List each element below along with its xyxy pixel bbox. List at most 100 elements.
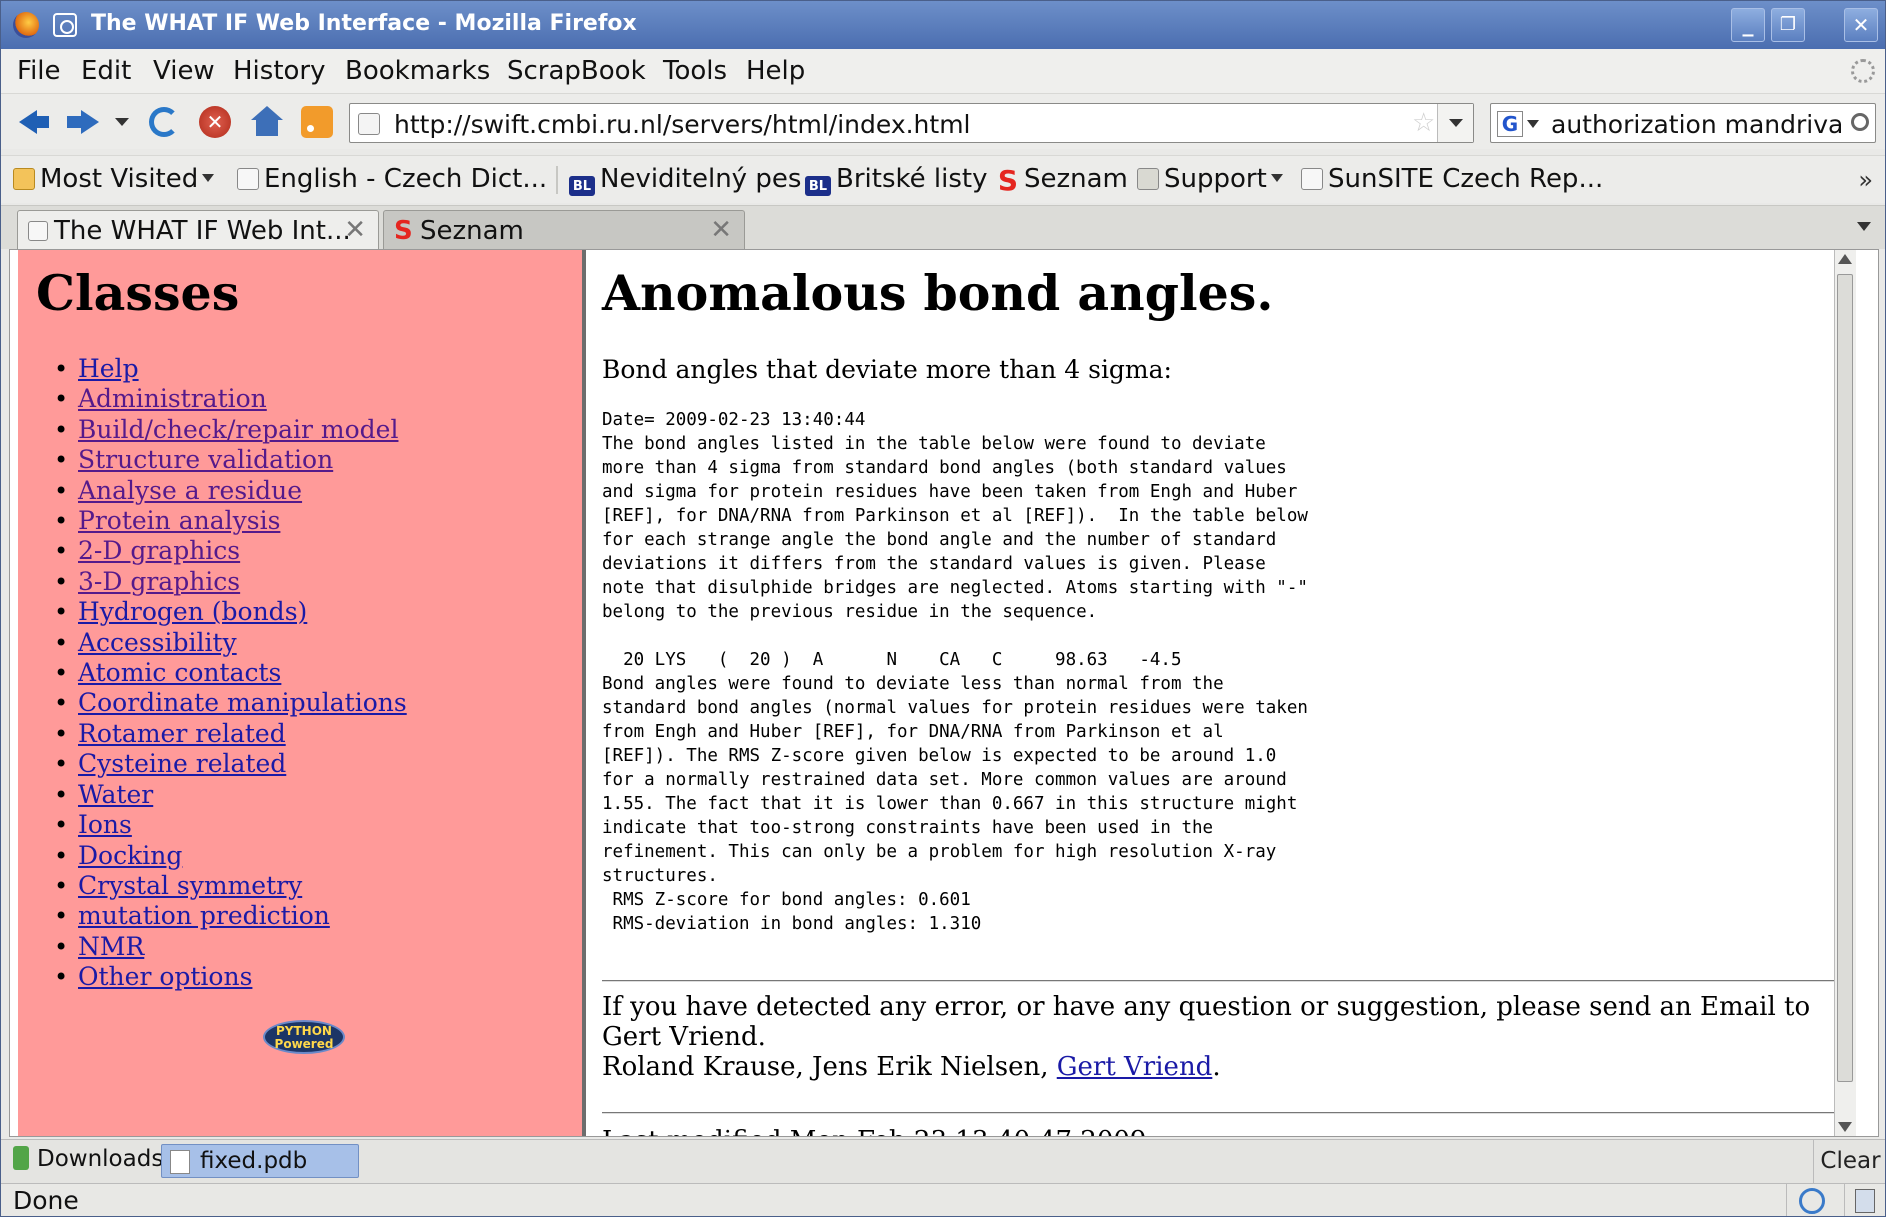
tab-close-icon[interactable]: ✕ bbox=[710, 215, 732, 245]
bookmark-seznam[interactable]: S Seznam bbox=[997, 164, 1128, 195]
list-item: 3-D graphics bbox=[58, 567, 407, 597]
site-identity-icon[interactable] bbox=[358, 113, 380, 135]
forward-arrow-icon[interactable] bbox=[65, 104, 101, 140]
list-item: NMR bbox=[58, 932, 407, 962]
link-cysteine-related[interactable]: Cysteine related bbox=[78, 749, 286, 778]
address-bar[interactable]: http://swift.cmbi.ru.nl/servers/html/ind… bbox=[349, 103, 1474, 143]
link-protein-analysis[interactable]: Protein analysis bbox=[78, 506, 280, 535]
link-3d-graphics[interactable]: 3-D graphics bbox=[78, 567, 240, 596]
link-analyse-a-residue[interactable]: Analyse a residue bbox=[78, 476, 302, 505]
reload-icon[interactable] bbox=[149, 107, 179, 137]
menu-view[interactable]: View bbox=[153, 56, 215, 86]
bl-icon: BL bbox=[569, 176, 595, 196]
home-icon[interactable] bbox=[251, 106, 283, 138]
back-arrow-icon[interactable] bbox=[17, 104, 53, 140]
minimize-button[interactable]: _ bbox=[1731, 8, 1765, 42]
link-administration[interactable]: Administration bbox=[78, 384, 267, 413]
link-atomic-contacts[interactable]: Atomic contacts bbox=[78, 658, 281, 687]
status-text: Done bbox=[13, 1186, 79, 1215]
link-docking[interactable]: Docking bbox=[78, 841, 182, 870]
link-hydrogen-bonds[interactable]: Hydrogen (bonds) bbox=[78, 597, 307, 626]
search-input[interactable]: authorization mandriva bbox=[1551, 110, 1841, 139]
link-water[interactable]: Water bbox=[78, 780, 153, 809]
link-nmr[interactable]: NMR bbox=[78, 932, 144, 961]
clear-downloads-button[interactable]: Clear bbox=[1813, 1140, 1885, 1184]
list-item: Water bbox=[58, 780, 407, 810]
scroll-down-icon[interactable] bbox=[1838, 1122, 1852, 1132]
last-modified-text: Last modified Mon Feb 23 13:40:47 2009 bbox=[602, 1126, 1146, 1136]
link-mutation-prediction[interactable]: mutation prediction bbox=[78, 901, 330, 930]
search-icon[interactable] bbox=[1851, 113, 1869, 131]
python-powered-logo[interactable]: PYTHON Powered bbox=[263, 1020, 345, 1054]
bookmarks-overflow-icon[interactable]: » bbox=[1858, 166, 1873, 194]
link-crystal-symmetry[interactable]: Crystal symmetry bbox=[78, 871, 302, 900]
link-help[interactable]: Help bbox=[78, 354, 139, 383]
bookmark-label: Most Visited bbox=[40, 164, 199, 194]
menu-bookmarks[interactable]: Bookmarks bbox=[345, 56, 490, 86]
link-coordinate-manipulations[interactable]: Coordinate manipulations bbox=[78, 688, 407, 717]
menu-history[interactable]: History bbox=[233, 56, 326, 86]
scroll-up-icon[interactable] bbox=[1838, 254, 1852, 264]
download-item[interactable]: fixed.pdb bbox=[161, 1144, 359, 1178]
tab-seznam[interactable]: S Seznam ✕ bbox=[383, 210, 745, 250]
tab-close-icon[interactable]: ✕ bbox=[344, 215, 366, 245]
link-build-check-repair-model[interactable]: Build/check/repair model bbox=[78, 415, 398, 444]
maximize-button[interactable]: ❐ bbox=[1771, 8, 1805, 42]
search-bar[interactable]: G authorization mandriva bbox=[1490, 103, 1876, 143]
status-divider bbox=[1844, 1184, 1845, 1216]
rss-feed-icon[interactable] bbox=[301, 106, 333, 138]
link-other-options[interactable]: Other options bbox=[78, 962, 252, 991]
stop-icon[interactable]: ✕ bbox=[199, 106, 231, 138]
link-accessibility[interactable]: Accessibility bbox=[78, 628, 237, 657]
bookmark-most-visited[interactable]: Most Visited bbox=[13, 164, 215, 194]
bookmark-english-czech[interactable]: English - Czech Dict... bbox=[237, 164, 547, 194]
browser-window: The WHAT IF Web Interface - Mozilla Fire… bbox=[0, 0, 1886, 1217]
link-rotamer-related[interactable]: Rotamer related bbox=[78, 719, 286, 748]
bookmark-support[interactable]: Support bbox=[1137, 164, 1283, 194]
throbber-icon bbox=[1851, 59, 1875, 83]
bookmark-star-icon[interactable]: ☆ bbox=[1412, 108, 1435, 138]
list-item: Ions bbox=[58, 810, 407, 840]
search-engine-icon[interactable]: G bbox=[1497, 111, 1523, 137]
list-item: Help bbox=[58, 354, 407, 384]
list-item: Atomic contacts bbox=[58, 658, 407, 688]
pin-icon[interactable] bbox=[53, 13, 77, 37]
vertical-scrollbar[interactable] bbox=[1834, 250, 1856, 1136]
bookmark-britske-listy[interactable]: BL Britské listy bbox=[805, 164, 987, 196]
title-bar: The WHAT IF Web Interface - Mozilla Fire… bbox=[1, 1, 1885, 49]
page-title: Anomalous bond angles. bbox=[602, 264, 1274, 322]
tab-list-dropdown-icon[interactable] bbox=[1857, 222, 1871, 231]
page-content: Classes Help Administration Build/check/… bbox=[9, 249, 1879, 1137]
downloads-button[interactable]: Downloads bbox=[13, 1146, 163, 1172]
link-structure-validation[interactable]: Structure validation bbox=[78, 445, 333, 474]
gert-vriend-link[interactable]: Gert Vriend bbox=[1057, 1052, 1213, 1082]
menu-file[interactable]: File bbox=[17, 56, 61, 86]
tab-strip: The WHAT IF Web Int... ✕ S Seznam ✕ bbox=[1, 205, 1885, 250]
history-dropdown-icon[interactable] bbox=[115, 118, 129, 126]
page-icon bbox=[28, 221, 48, 241]
scrollbar-thumb[interactable] bbox=[1837, 274, 1853, 1082]
url-history-dropdown[interactable] bbox=[1437, 104, 1473, 142]
url-text[interactable]: http://swift.cmbi.ru.nl/servers/html/ind… bbox=[394, 110, 971, 139]
search-engine-dropdown-icon[interactable] bbox=[1527, 120, 1539, 128]
scrapbook-icon[interactable] bbox=[1855, 1189, 1875, 1213]
sync-icon[interactable] bbox=[1799, 1188, 1825, 1214]
list-item: Coordinate manipulations bbox=[58, 688, 407, 718]
menu-help[interactable]: Help bbox=[746, 56, 805, 86]
link-2d-graphics[interactable]: 2-D graphics bbox=[78, 536, 240, 565]
close-button[interactable]: ✕ bbox=[1844, 8, 1878, 42]
status-divider bbox=[1786, 1184, 1787, 1216]
bookmark-neviditelny-pes[interactable]: BL Neviditelný pes bbox=[569, 164, 801, 196]
footer: If you have detected any error, or have … bbox=[602, 992, 1832, 1082]
list-item: Administration bbox=[58, 384, 407, 414]
downloads-bar: Downloads fixed.pdb Clear bbox=[1, 1139, 1885, 1184]
menu-edit[interactable]: Edit bbox=[81, 56, 131, 86]
menu-tools[interactable]: Tools bbox=[663, 56, 727, 86]
menu-scrapbook[interactable]: ScrapBook bbox=[507, 56, 646, 86]
list-item: Other options bbox=[58, 962, 407, 992]
link-ions[interactable]: Ions bbox=[78, 810, 132, 839]
bookmark-sunsite[interactable]: SunSITE Czech Rep... bbox=[1301, 164, 1603, 194]
tab-what-if[interactable]: The WHAT IF Web Int... ✕ bbox=[17, 210, 379, 250]
bookmark-separator bbox=[556, 166, 558, 194]
divider bbox=[602, 980, 1836, 982]
